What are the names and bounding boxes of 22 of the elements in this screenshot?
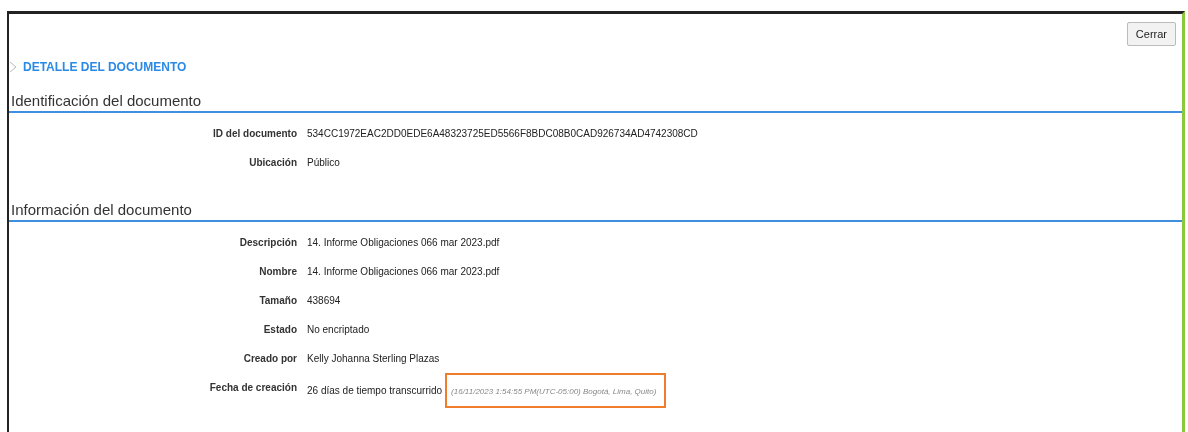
field-label: ID del documento [212,127,297,141]
field-label: Descripción [238,236,297,250]
field-label: Creado por [242,352,297,366]
section-heading: Identificación del documento [9,92,1182,113]
field-value: 14. Informe Obligaciones 066 mar 2023.pdf [307,236,500,250]
field-label: Fecha de creación [208,381,297,395]
field-value: 438694 [307,294,341,308]
field-value: 26 días de tiempo transcurrido [307,384,443,398]
page-title: DETALLE DEL DOCUMENTO [23,60,187,74]
field-label: Tamaño [258,294,297,308]
field-value: Kelly Johanna Sterling Plazas [307,352,440,366]
section-heading: Información del documento [9,201,1182,222]
field-label: Nombre [258,265,297,279]
close-button[interactable]: Cerrar [1126,22,1176,46]
field-value: 14. Informe Obligaciones 066 mar 2023.pdf [307,265,500,279]
field-value: No encriptado [307,323,370,337]
field-value: Público [307,156,340,170]
timestamp-note: (16/11/2023 1:54:55 PM(UTC-05:00) Bogotá, Lima, Quito) [451,387,657,396]
field-label: Ubicación [248,156,297,170]
field-label: Estado [262,323,297,337]
field-value: 534CC1972EAC2DD0EDE6A48323725ED5566F8BDC08B0CAD926734AD4742308CD [307,127,698,141]
chevron-right-icon [9,61,17,73]
